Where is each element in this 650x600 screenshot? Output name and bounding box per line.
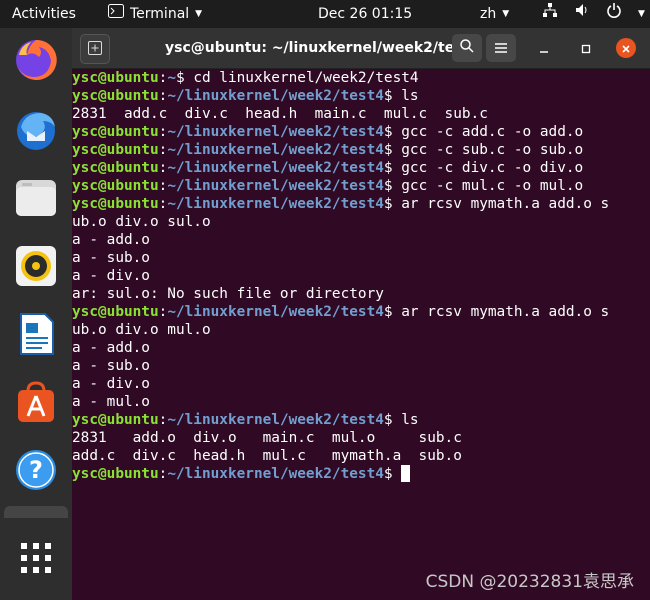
terminal-prompt-line: ysc@ubuntu:~/linuxkernel/week2/test4$ ls [72,88,419,104]
terminal-output-line: a - div.o [72,268,150,284]
command-text: gcc -c add.c -o add.o [392,124,584,140]
prompt-path: ~/linuxkernel/week2/test4 [167,88,384,104]
menu-button[interactable] [486,34,516,62]
firefox-icon[interactable] [10,34,62,86]
libreoffice-writer-icon[interactable] [10,308,62,360]
top-bar: Activities Terminal ▼ Dec 26 01:15 zh ▼ … [0,0,650,28]
volume-icon [574,0,590,28]
terminal-output-line: a - sub.o [72,358,150,374]
dock-separator [4,506,68,518]
prompt-path: ~/linuxkernel/week2/test4 [167,160,384,176]
clock[interactable]: Dec 26 01:15 [318,0,412,28]
terminal-output-line: ar: sul.o: No such file or directory [72,286,384,302]
power-icon [606,0,622,28]
prompt-user: ysc@ubuntu [72,124,159,140]
rhythmbox-icon[interactable] [10,240,62,292]
terminal-app-icon [108,0,124,28]
new-tab-button[interactable] [80,34,110,64]
search-icon [459,38,475,58]
input-method-label: zh [480,6,497,22]
chevron-down-icon: ▼ [638,9,645,19]
maximize-button[interactable] [576,38,596,58]
terminal-output-line: a - add.o [72,340,150,356]
watermark: CSDN @20232831袁思承 [425,572,634,592]
terminal-prompt-line: ysc@ubuntu:~/linuxkernel/week2/test4$ gc… [72,124,584,140]
terminal-output-line: add.c div.c head.h mul.c mymath.a sub.o [72,448,462,464]
terminal-output: ysc@ubuntu:~$ cd linuxkernel/week2/test4… [72,69,650,483]
maximize-icon [581,39,591,58]
prompt-path: ~/linuxkernel/week2/test4 [167,304,384,320]
command-text: ls [392,88,419,104]
prompt-user: ysc@ubuntu [72,304,159,320]
prompt-user: ysc@ubuntu [72,70,159,86]
prompt-user: ysc@ubuntu [72,160,159,176]
terminal-output-line: a - div.o [72,376,150,392]
prompt-user: ysc@ubuntu [72,88,159,104]
terminal-output-line: ub.o div.o sul.o [72,214,211,230]
prompt-path: ~/linuxkernel/week2/test4 [167,466,384,482]
thunderbird-icon[interactable] [10,104,62,156]
close-button[interactable] [616,38,636,58]
app-menu-label: Terminal [130,6,190,22]
minimize-button[interactable] [534,38,554,58]
prompt-user: ysc@ubuntu [72,466,159,482]
help-icon[interactable]: ? [10,444,62,496]
prompt-path: ~/linuxkernel/week2/test4 [167,412,384,428]
show-applications-icon[interactable] [10,532,62,584]
window-titlebar[interactable]: ysc@ubuntu: ~/linuxkernel/week2/test4 [72,28,650,69]
terminal-output-line: 2831 add.c div.c head.h main.c mul.c sub… [72,106,488,122]
prompt-user: ysc@ubuntu [72,142,159,158]
terminal-output-line: a - add.o [72,232,150,248]
terminal-prompt-line: ysc@ubuntu:~$ cd linuxkernel/week2/test4 [72,70,419,86]
command-text: ar rcsv mymath.a add.o s [392,304,610,320]
system-tray[interactable]: ▼ [542,0,645,28]
terminal-cursor [401,465,411,482]
command-text: ar rcsv mymath.a add.o s [392,196,610,212]
files-icon[interactable] [10,172,62,224]
chevron-down-icon: ▼ [502,9,510,19]
terminal-output-line: a - mul.o [72,394,150,410]
prompt-path: ~/linuxkernel/week2/test4 [167,178,384,194]
terminal-prompt-line: ysc@ubuntu:~/linuxkernel/week2/test4$ gc… [72,160,584,176]
chevron-down-icon: ▼ [195,9,203,19]
network-icon [542,0,558,28]
terminal-prompt-line: ysc@ubuntu:~/linuxkernel/week2/test4$ gc… [72,178,584,194]
terminal-prompt-line: ysc@ubuntu:~/linuxkernel/week2/test4$ ar… [72,196,610,212]
prompt-user: ysc@ubuntu [72,196,159,212]
prompt-path: ~/linuxkernel/week2/test4 [167,196,384,212]
terminal-window: ysc@ubuntu: ~/linuxkernel/week2/test4 ys… [72,28,650,600]
hamburger-menu-icon [494,39,508,58]
prompt-user: ysc@ubuntu [72,178,159,194]
dock: ? [0,28,72,600]
command-text [393,466,402,482]
terminal-area[interactable]: ysc@ubuntu:~$ cd linuxkernel/week2/test4… [72,69,650,600]
search-button[interactable] [452,34,482,62]
command-text: gcc -c div.c -o div.o [392,160,584,176]
command-text: cd linuxkernel/week2/test4 [184,70,419,86]
terminal-prompt-line: ysc@ubuntu:~/linuxkernel/week2/test4$ gc… [72,142,584,158]
input-method-menu[interactable]: zh ▼ [480,0,509,28]
terminal-prompt-line: ysc@ubuntu:~/linuxkernel/week2/test4$ ls [72,412,419,428]
command-text: ls [392,412,419,428]
terminal-prompt-line: ysc@ubuntu:~/linuxkernel/week2/test4$ [72,465,650,483]
minimize-icon [539,39,549,58]
command-text: gcc -c mul.c -o mul.o [392,178,584,194]
terminal-prompt-line: ysc@ubuntu:~/linuxkernel/week2/test4$ ar… [72,304,610,320]
command-text: gcc -c sub.c -o sub.o [392,142,584,158]
prompt-path: ~ [167,70,176,86]
terminal-output-line: 2831 add.o div.o main.c mul.o sub.c [72,430,462,446]
svg-text:?: ? [29,456,43,484]
new-tab-icon [88,40,102,59]
terminal-output-line: a - sub.o [72,250,150,266]
activities-button[interactable]: Activities [12,0,76,28]
prompt-path: ~/linuxkernel/week2/test4 [167,124,384,140]
prompt-path: ~/linuxkernel/week2/test4 [167,142,384,158]
app-menu[interactable]: Terminal ▼ [108,0,202,28]
prompt-user: ysc@ubuntu [72,412,159,428]
terminal-output-line: ub.o div.o mul.o [72,322,211,338]
close-icon [621,39,631,58]
software-center-icon[interactable] [10,376,62,428]
